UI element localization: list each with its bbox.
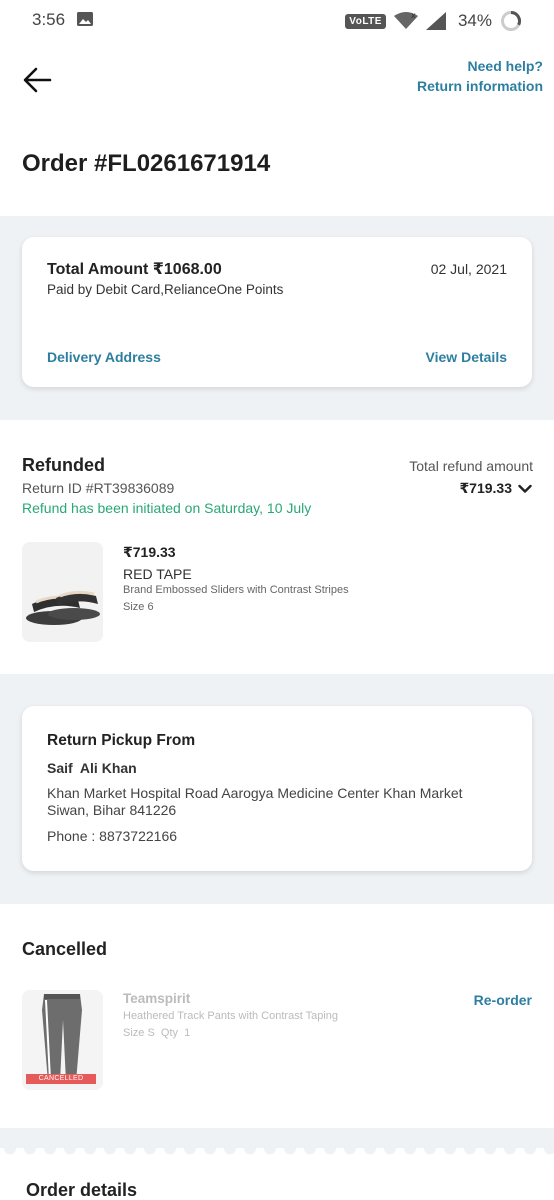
return-information-link[interactable]: Return information: [417, 76, 543, 96]
cancelled-item-brand: Teamspirit: [123, 991, 191, 1006]
svg-text:x: x: [411, 12, 416, 20]
battery-percent: 34%: [457, 11, 492, 30]
sliders-image: [22, 542, 103, 642]
pickup-address: Khan Market Hospital Road Aarogya Medici…: [47, 785, 463, 818]
volte-badge: VoLTE: [345, 13, 386, 29]
product-image-trackpants[interactable]: CANCELLED: [22, 990, 103, 1090]
pickup-phone: Phone : 8873722166: [47, 828, 178, 844]
page-title: Order #FL0261671914: [22, 150, 271, 177]
back-arrow-icon[interactable]: [20, 62, 56, 98]
product-image-sliders[interactable]: [22, 542, 103, 642]
pickup-name: Saif Ali Khan: [47, 760, 137, 776]
total-amount: Total Amount ₹1068.00: [47, 261, 222, 278]
help-links: Need help? Return information: [417, 56, 543, 96]
return-id: Return ID #RT39836089: [22, 480, 175, 496]
reorder-button[interactable]: Re-order: [474, 992, 532, 1008]
total-refund-value: ₹719.33: [459, 480, 512, 496]
image-icon: [77, 12, 93, 26]
refund-item-name: Brand Embossed Sliders with Contrast Str…: [123, 584, 349, 596]
need-help-link[interactable]: Need help?: [417, 56, 543, 76]
view-details-link[interactable]: View Details: [426, 349, 507, 365]
cancelled-item-size-qty: Size S Qty 1: [123, 1027, 191, 1039]
total-refund-toggle[interactable]: ₹719.33: [459, 480, 532, 497]
refund-item-size: Size 6: [123, 601, 154, 613]
battery-icon: [501, 11, 521, 31]
order-summary-card: Total Amount ₹1068.00 02 Jul, 2021 Paid …: [22, 237, 532, 387]
status-bar: 3:56 VoLTE x 34%: [0, 0, 554, 42]
chevron-down-icon: [518, 484, 532, 493]
refund-item-brand: RED TAPE: [123, 566, 192, 582]
cancelled-tag: CANCELLED: [26, 1074, 96, 1084]
refund-status-text: Refund has been initiated on Saturday, 1…: [22, 500, 312, 516]
payment-method: Paid by Debit Card,RelianceOne Points: [47, 282, 284, 297]
total-refund-label: Total refund amount: [409, 458, 533, 474]
return-pickup-card: Return Pickup From Saif Ali Khan Khan Ma…: [22, 706, 532, 871]
top-bar: Need help? Return information: [0, 42, 554, 122]
cancelled-item-name: Heathered Track Pants with Contrast Tapi…: [123, 1010, 339, 1022]
signal-icon: [425, 12, 446, 30]
status-time: 3:56: [32, 10, 66, 29]
wifi-icon: x: [393, 12, 418, 29]
delivery-address-link[interactable]: Delivery Address: [47, 349, 161, 365]
order-date: 02 Jul, 2021: [430, 261, 507, 277]
status-icons: VoLTE x 34%: [345, 8, 522, 34]
refund-status-title: Refunded: [22, 455, 105, 475]
pickup-title: Return Pickup From: [47, 732, 196, 749]
order-details-title[interactable]: Order details: [26, 1180, 137, 1200]
cancelled-title: Cancelled: [22, 939, 108, 959]
refund-item-price: ₹719.33: [123, 544, 176, 560]
